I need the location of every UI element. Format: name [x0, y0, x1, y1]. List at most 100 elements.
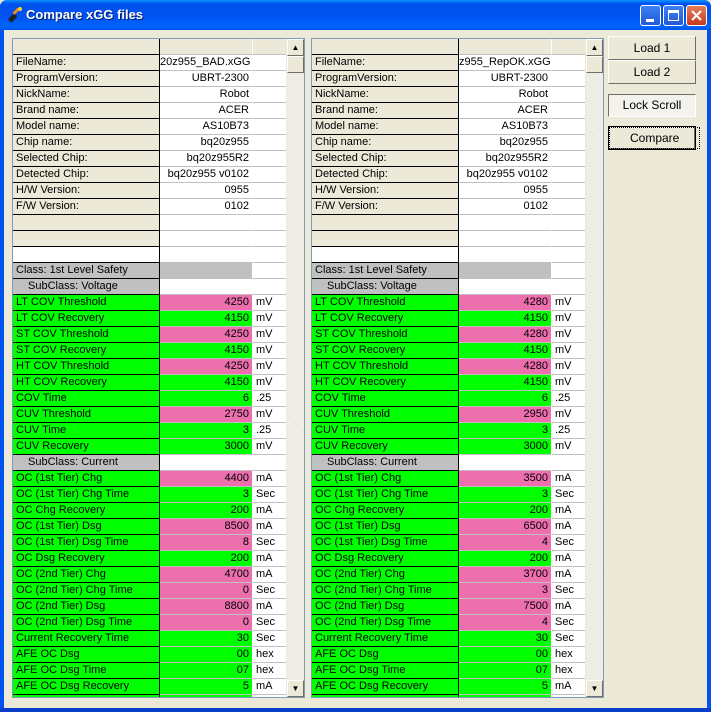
row-name-cell[interactable]: SubClass: Voltage: [312, 279, 459, 295]
row-name-cell[interactable]: OC Dsg Recovery: [13, 551, 160, 567]
row-name-cell[interactable]: HT COV Threshold: [312, 359, 459, 375]
row-unit-cell[interactable]: hex: [253, 647, 286, 663]
row-unit-cell[interactable]: mV: [253, 375, 286, 391]
row-unit-cell[interactable]: [253, 455, 286, 471]
row-name-cell[interactable]: Model name:: [312, 119, 459, 135]
row-unit-cell[interactable]: mV: [253, 439, 286, 455]
table-row[interactable]: SubClass: Current: [312, 455, 585, 471]
table-row[interactable]: OC (1st Tier) Chg Time 3 Sec: [312, 487, 585, 503]
row-unit-cell[interactable]: Sec: [253, 535, 286, 551]
row-unit-cell[interactable]: mV: [552, 343, 585, 359]
right-scroll-thumb[interactable]: [586, 56, 603, 73]
row-name-cell[interactable]: F/W Version:: [13, 199, 160, 215]
row-name-cell[interactable]: ProgramVersion:: [312, 71, 459, 87]
row-value-cell[interactable]: 4: [459, 535, 552, 551]
row-name-cell[interactable]: [312, 39, 459, 55]
row-name-cell[interactable]: CUV Threshold: [312, 407, 459, 423]
row-value-cell[interactable]: ACER: [160, 103, 253, 119]
table-row[interactable]: FileName: 20z955_BAD.xGG: [13, 55, 286, 71]
row-value-cell[interactable]: 200: [459, 503, 552, 519]
row-unit-cell[interactable]: mA: [253, 471, 286, 487]
row-unit-cell[interactable]: [552, 695, 585, 697]
table-row[interactable]: AFE OC Dsg 00 hex: [13, 647, 286, 663]
row-name-cell[interactable]: COV Time: [13, 391, 160, 407]
row-name-cell[interactable]: OC (1st Tier) Chg: [312, 471, 459, 487]
table-row[interactable]: ProgramVersion: UBRT-2300: [312, 71, 585, 87]
row-value-cell[interactable]: [459, 455, 552, 471]
left-vertical-scrollbar[interactable]: ▲ ▼: [287, 39, 304, 697]
row-unit-cell[interactable]: [552, 199, 585, 215]
table-row[interactable]: CUV Time 3.25: [312, 423, 585, 439]
row-value-cell[interactable]: 3000: [160, 439, 253, 455]
row-name-cell[interactable]: OC (1st Tier) Dsg Time: [13, 535, 160, 551]
row-name-cell[interactable]: [13, 231, 160, 247]
row-name-cell[interactable]: AFE OC Dsg Recovery: [13, 679, 160, 695]
row-unit-cell[interactable]: Sec: [552, 535, 585, 551]
table-row[interactable]: LT COV Threshold 4250 mV: [13, 295, 286, 311]
table-row[interactable]: ST COV Threshold 4280 mV: [312, 327, 585, 343]
table-row[interactable]: [13, 247, 286, 263]
row-name-cell[interactable]: H/W Version:: [312, 183, 459, 199]
table-row[interactable]: HT COV Recovery 4150 mV: [312, 375, 585, 391]
row-unit-cell[interactable]: mA: [552, 471, 585, 487]
table-row[interactable]: Selected Chip: bq20z955R2: [13, 151, 286, 167]
row-name-cell[interactable]: ST COV Recovery: [312, 343, 459, 359]
row-name-cell[interactable]: ProgramVersion:: [13, 71, 160, 87]
row-name-cell[interactable]: Brand name:: [13, 103, 160, 119]
row-unit-cell[interactable]: hex: [552, 663, 585, 679]
row-name-cell[interactable]: Chip name:: [13, 135, 160, 151]
row-unit-cell[interactable]: Sec: [253, 631, 286, 647]
row-unit-cell[interactable]: [552, 103, 585, 119]
table-row[interactable]: HT COV Recovery 4150 mV: [13, 375, 286, 391]
row-unit-cell[interactable]: [253, 247, 286, 263]
row-name-cell[interactable]: OC (2nd Tier) Chg: [312, 567, 459, 583]
table-row[interactable]: [312, 39, 585, 55]
table-row[interactable]: NickName: Robot: [13, 87, 286, 103]
table-row[interactable]: HT COV Threshold 4250 mV: [13, 359, 286, 375]
row-unit-cell[interactable]: [253, 279, 286, 295]
row-unit-cell[interactable]: Sec: [253, 487, 286, 503]
row-value-cell[interactable]: 200: [160, 503, 253, 519]
row-value-cell[interactable]: 4: [459, 615, 552, 631]
row-value-cell[interactable]: 4250: [160, 359, 253, 375]
left-file-grid[interactable]: FileName: 20z955_BAD.xGG ProgramVersion: UB…: [12, 38, 305, 698]
row-unit-cell[interactable]: [552, 183, 585, 199]
row-unit-cell[interactable]: .25: [253, 423, 286, 439]
table-row[interactable]: [13, 39, 286, 55]
row-unit-cell[interactable]: mA: [253, 599, 286, 615]
row-unit-cell[interactable]: mV: [552, 439, 585, 455]
row-unit-cell[interactable]: [552, 87, 585, 103]
table-row[interactable]: OC (1st Tier) Dsg 8500 mA: [13, 519, 286, 535]
row-value-cell[interactable]: [459, 39, 552, 55]
row-value-cell[interactable]: z955_RepOK.xGG: [459, 55, 552, 71]
row-value-cell[interactable]: 30: [459, 631, 552, 647]
table-row[interactable]: Model name: AS10B73: [13, 119, 286, 135]
row-value-cell[interactable]: AS10B73: [160, 119, 253, 135]
row-name-cell[interactable]: Class: 1st Level Safety: [312, 263, 459, 279]
table-row[interactable]: Chip name: bq20z955: [13, 135, 286, 151]
table-row[interactable]: Class: 1st Level Safety: [13, 263, 286, 279]
row-unit-cell[interactable]: [552, 279, 585, 295]
row-unit-cell[interactable]: mV: [253, 311, 286, 327]
table-row[interactable]: OC (1st Tier) Chg 4400 mA: [13, 471, 286, 487]
table-row[interactable]: OC (2nd Tier) Chg 4700 mA: [13, 567, 286, 583]
table-row[interactable]: Brand name: ACER: [312, 103, 585, 119]
row-unit-cell[interactable]: [552, 215, 585, 231]
right-vertical-scrollbar[interactable]: ▲ ▼: [586, 39, 603, 697]
row-name-cell[interactable]: [312, 247, 459, 263]
table-row[interactable]: OC Chg Recovery 200 mA: [312, 503, 585, 519]
table-row[interactable]: NickName: Robot: [312, 87, 585, 103]
row-value-cell[interactable]: bq20z955R2: [459, 151, 552, 167]
row-name-cell[interactable]: LT COV Recovery: [13, 311, 160, 327]
row-value-cell[interactable]: 200: [459, 551, 552, 567]
row-unit-cell[interactable]: [253, 183, 286, 199]
row-value-cell[interactable]: [160, 455, 253, 471]
row-unit-cell[interactable]: [253, 119, 286, 135]
table-row[interactable]: LT COV Recovery 4150 mV: [13, 311, 286, 327]
table-row[interactable]: AFE OC Dsg Recovery 5 mA: [312, 679, 585, 695]
table-row[interactable]: LT COV Threshold 4280 mV: [312, 295, 585, 311]
row-value-cell[interactable]: 0102: [160, 199, 253, 215]
table-row[interactable]: [312, 215, 585, 231]
row-value-cell[interactable]: 0: [160, 583, 253, 599]
row-value-cell[interactable]: 0955: [160, 183, 253, 199]
